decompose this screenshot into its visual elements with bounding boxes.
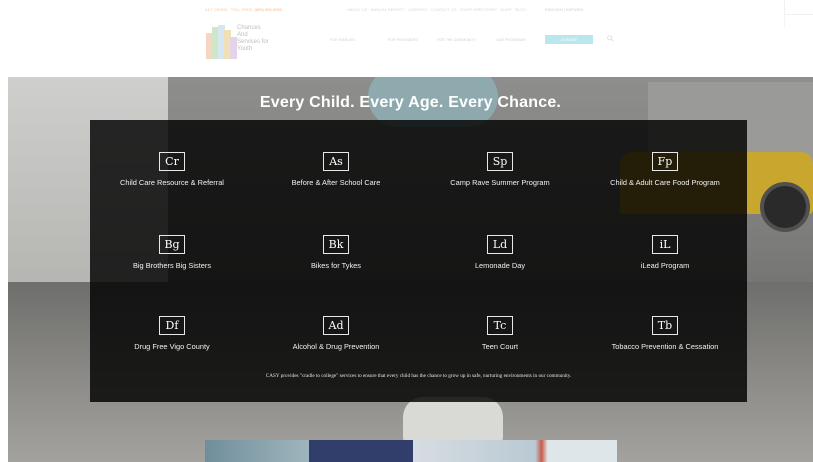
search-icon[interactable] [607,35,614,42]
crisis-line-phone[interactable]: (800) 000-0000 [255,7,282,12]
program-food-program[interactable]: Fp Child & Adult Care Food Program [583,152,747,187]
program-code-badge: Df [159,316,185,335]
nav-item-providers[interactable]: FOR PROVIDERS [388,38,418,42]
logo-line: Chances [237,25,261,31]
program-bikes-for-tykes[interactable]: Bk Bikes for Tykes [254,235,418,270]
utility-links[interactable]: ABOUT US · ANNUAL REPORT · CAREERS · CON… [347,7,526,12]
nav-item-programs[interactable]: OUR PROGRAMS [496,38,526,42]
logo-text: Chances And Services for Youth [237,25,269,53]
hero-headline: Every Child. Every Age. Every Chance. [259,94,562,111]
program-label: iLead Program [640,261,690,270]
program-alcohol-drug-prevention[interactable]: Ad Alcohol & Drug Prevention [254,316,418,351]
donate-button[interactable]: DONATE [545,35,593,44]
program-label: Child & Adult Care Food Program [610,178,720,187]
logo-line: Services for [237,39,269,45]
program-label: Tobacco Prevention & Cessation [611,342,719,351]
program-label: Before & After School Care [291,178,381,187]
program-code-badge: Sp [487,152,513,171]
crisis-line[interactable]: 24/7 CRISIS · TOLL FREE: (800) 000-0000 [205,7,282,12]
program-code-badge: Cr [159,152,185,171]
program-code-badge: Tb [652,316,678,335]
hero-banner: Every Child. Every Age. Every Chance. Cr… [8,77,813,462]
program-camp-rave[interactable]: Sp Camp Rave Summer Program [418,152,582,187]
program-label: Drug Free Vigo County [134,342,210,351]
utility-bar: 24/7 CRISIS · TOLL FREE: (800) 000-0000 … [205,7,625,15]
site-header: 24/7 CRISIS · TOLL FREE: (800) 000-0000 … [0,0,813,70]
program-label: Lemonade Day [474,261,526,270]
language-switcher[interactable]: ENGLISH | ESPAÑOL [545,7,584,12]
program-code-badge: As [323,152,349,171]
program-ilead[interactable]: iL iLead Program [583,235,747,270]
program-label: Child Care Resource & Referral [120,178,224,187]
utility-box [784,0,813,15]
program-tobacco-prevention[interactable]: Tb Tobacco Prevention & Cessation [583,316,747,351]
nav-item-community[interactable]: FOR THE COMMUNITY [437,38,476,42]
program-label: Teen Court [481,342,519,351]
logo-line: And [237,32,248,38]
program-code-badge: Bk [323,235,349,254]
logo-mark-icon [206,25,237,59]
crisis-line-label: 24/7 CRISIS · TOLL FREE: [205,7,254,12]
program-drug-free-vigo[interactable]: Df Drug Free Vigo County [90,316,254,351]
program-teen-court[interactable]: Tc Teen Court [418,316,582,351]
program-big-brothers[interactable]: Bg Big Brothers Big Sisters [90,235,254,270]
program-label: Alcohol & Drug Prevention [292,342,380,351]
program-code-badge: Ld [487,235,513,254]
program-label: Big Brothers Big Sisters [132,261,212,270]
nav-item-families[interactable]: FOR FAMILIES [330,38,355,42]
program-lemonade-day[interactable]: Ld Lemonade Day [418,235,582,270]
utility-box-lower [784,14,813,28]
program-code-badge: Fp [652,152,678,171]
program-code-badge: Tc [487,316,513,335]
mission-tagline: CASY provides "cradle to college" servic… [265,373,572,379]
logo-line: Youth [237,46,253,52]
feature-card-image[interactable] [413,440,617,462]
program-before-after-school[interactable]: As Before & After School Care [254,152,418,187]
program-label: Bikes for Tykes [311,261,361,270]
site-logo[interactable]: Chances And Services for Youth [206,25,286,59]
program-child-care-resource[interactable]: Cr Child Care Resource & Referral [90,152,254,187]
program-code-badge: Bg [159,235,185,254]
program-code-badge: iL [652,235,678,254]
feature-card-image[interactable] [309,440,413,462]
feature-card-image[interactable] [205,440,309,462]
program-code-badge: Ad [323,316,349,335]
feature-cards [205,440,617,462]
program-label: Camp Rave Summer Program [450,178,550,187]
programs-panel: Cr Child Care Resource & Referral As Bef… [90,120,747,402]
